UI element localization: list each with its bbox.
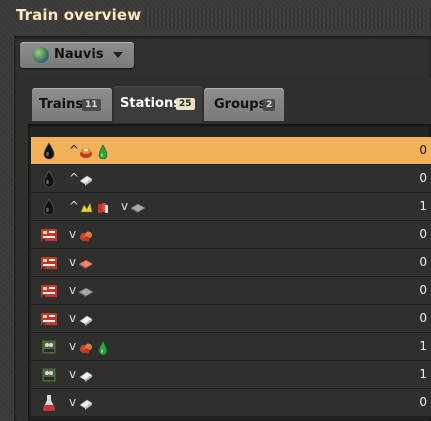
plastic-bar-icon [79, 368, 93, 382]
tab-count-badge: 11 [82, 99, 101, 111]
smelter-icon [40, 282, 58, 300]
chevron-down-icon [113, 52, 123, 58]
window-title: Train overview [16, 6, 142, 24]
direction-down-marker: v [69, 283, 77, 297]
direction-down-marker: v [69, 227, 77, 241]
direction-down-marker: v [69, 339, 77, 353]
tab-trains[interactable]: Trains 11 [32, 88, 112, 121]
station-row[interactable]: v0 [31, 249, 431, 277]
station-train-count: 0 [419, 171, 427, 185]
station-list[interactable]: ^ 0 ^ 0 ^ v 1 v 0 v 0 v 0 v 0 v 1 v 1 v 0 [31, 137, 431, 421]
drag-handle[interactable] [145, 8, 431, 30]
green-oil-icon [96, 144, 110, 160]
heavy-oil-barrel-icon [79, 144, 93, 158]
tab-label: Trains [39, 97, 84, 112]
planet-label: Nauvis [54, 47, 104, 62]
station-train-count: 1 [419, 199, 427, 213]
smelter-icon [40, 254, 58, 272]
station-train-count: 0 [419, 311, 427, 325]
station-train-count: 0 [419, 255, 427, 269]
plastic-bar-icon [79, 396, 93, 410]
direction-down-marker: v [69, 395, 77, 409]
explosives-icon [96, 200, 110, 214]
tab-label: Groups [214, 97, 267, 112]
tab-count-badge: 25 [176, 98, 195, 110]
copper-plate-icon [78, 256, 94, 270]
direction-up-marker: ^ [69, 171, 80, 185]
station-row[interactable]: v1 [31, 361, 431, 389]
direction-up-marker: ^ [69, 199, 80, 213]
plastic-bar-icon [79, 312, 93, 326]
planet-dropdown[interactable]: Nauvis [20, 42, 134, 68]
assembler-icon [40, 338, 58, 356]
station-row[interactable]: v0 [31, 305, 431, 333]
station-row[interactable]: ^ v 1 [31, 193, 431, 221]
station-row[interactable]: v0 [31, 277, 431, 305]
titlebar[interactable]: Train overview [0, 0, 431, 34]
sulfur-icon [79, 200, 93, 214]
station-row[interactable]: ^ 0 [31, 165, 431, 193]
crude-oil-icon [40, 142, 58, 160]
tab-groups[interactable]: Groups 2 [204, 88, 284, 121]
assembler-icon [40, 366, 58, 384]
station-row[interactable]: ^ 0 [31, 137, 431, 165]
direction-down-marker: v [69, 367, 77, 381]
iron-plate-icon [130, 200, 146, 214]
direction-down-marker: v [121, 199, 129, 213]
copper-ore-icon [79, 340, 93, 354]
station-train-count: 0 [419, 283, 427, 297]
tab-stations[interactable]: Stations 25 [114, 86, 202, 123]
direction-down-marker: v [69, 311, 77, 325]
green-oil-icon [96, 340, 110, 356]
flask-icon [40, 394, 58, 412]
station-train-count: 0 [419, 143, 427, 157]
station-row[interactable]: v0 [31, 221, 431, 249]
tab-count-badge: 2 [263, 99, 276, 111]
station-row[interactable]: v1 [31, 333, 431, 361]
iron-plate-icon [78, 284, 94, 298]
direction-down-marker: v [69, 255, 77, 269]
crude-oil-icon [40, 198, 58, 216]
smelter-icon [40, 310, 58, 328]
crude-oil-icon [40, 170, 58, 188]
copper-ore-icon [79, 228, 93, 242]
smelter-icon [40, 226, 58, 244]
station-train-count: 1 [419, 367, 427, 381]
direction-up-marker: ^ [69, 143, 80, 157]
station-row[interactable]: v0 [31, 389, 431, 417]
station-train-count: 1 [419, 339, 427, 353]
tab-label: Stations [120, 96, 181, 111]
station-train-count: 0 [419, 395, 427, 409]
train-overview-window: Train overview Nauvis Trains 11 Stations… [0, 0, 431, 421]
station-train-count: 0 [419, 227, 427, 241]
plastic-bar-icon [79, 172, 93, 186]
globe-icon [33, 47, 49, 63]
